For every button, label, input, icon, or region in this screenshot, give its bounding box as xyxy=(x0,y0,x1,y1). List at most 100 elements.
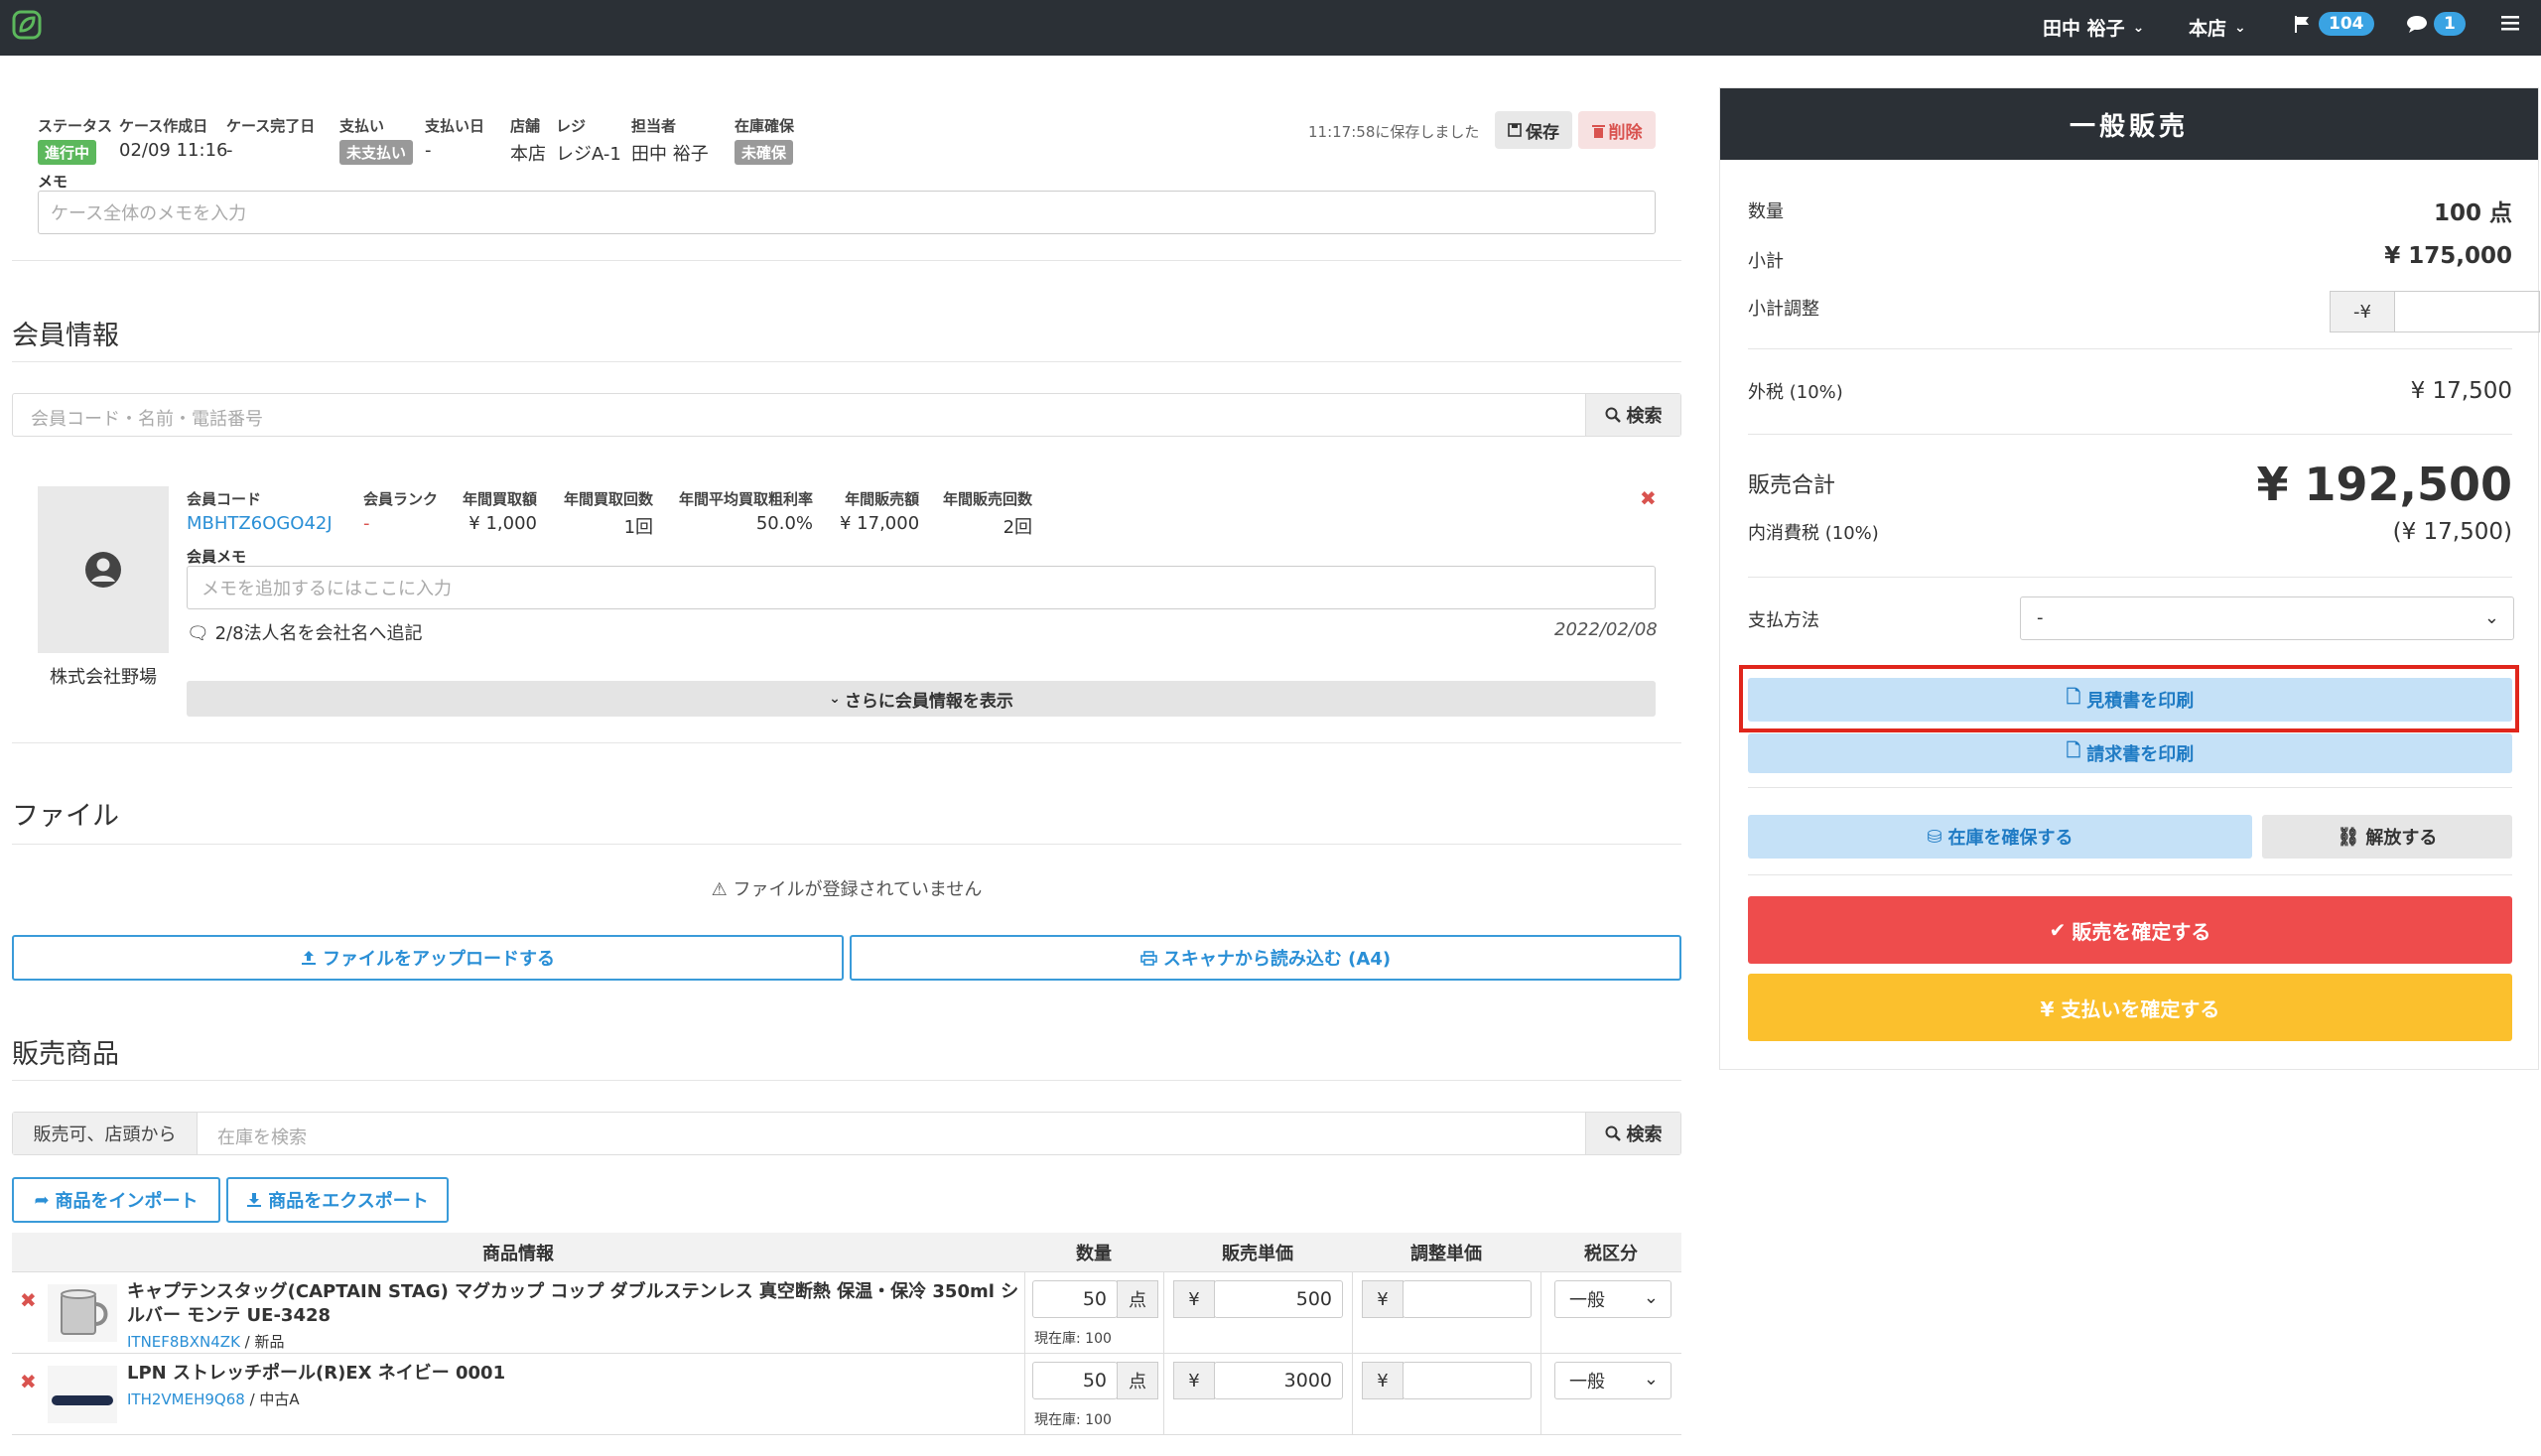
chat-count-badge: 1 xyxy=(2434,12,2466,36)
yen-addon: ¥ xyxy=(1362,1280,1404,1318)
flag-count-badge: 104 xyxy=(2319,12,2374,36)
sale-price-input[interactable]: 500 xyxy=(1214,1280,1343,1318)
member-search-input[interactable]: 会員コード・名前・電話番号 xyxy=(31,405,263,431)
release-stock-button[interactable]: ⛓ 解放する xyxy=(2262,815,2512,859)
product-thumbnail xyxy=(48,1284,117,1342)
yen-addon: ¥ xyxy=(1362,1362,1404,1399)
save-button[interactable]: 保存 xyxy=(1495,111,1572,149)
user-menu[interactable]: 田中 裕子 ⌄ xyxy=(2043,14,2144,41)
product-info: キャプテンスタッグ(CAPTAIN STAG) マグカップ コップ ダブルステン… xyxy=(127,1280,1032,1354)
export-products-button[interactable]: 商品をエクスポート xyxy=(226,1177,449,1223)
quantity-input[interactable]: 50 xyxy=(1032,1280,1118,1318)
user-name: 田中 裕子 xyxy=(2043,18,2125,40)
divider xyxy=(12,361,1681,362)
case-created-date: ケース作成日 02/09 11:16 xyxy=(119,117,228,161)
subtotal-adjust-input[interactable] xyxy=(2395,291,2540,332)
upload-file-button[interactable]: ファイルをアップロードする xyxy=(12,935,844,981)
divider xyxy=(1163,1354,1164,1435)
sale-price-input[interactable]: 3000 xyxy=(1214,1362,1343,1399)
divider xyxy=(1748,348,2512,349)
member-code-link[interactable]: MBHTZ6OGO42J xyxy=(187,513,333,534)
delete-button[interactable]: 削除 xyxy=(1578,111,1656,149)
upload-icon xyxy=(302,951,316,965)
minus-yen-addon: -¥ xyxy=(2330,291,2395,332)
unlink-icon: ⛓ xyxy=(2337,826,2360,848)
remove-member-icon[interactable]: ✖ xyxy=(1640,486,1657,510)
import-products-button[interactable]: ➦ 商品をインポート xyxy=(12,1177,220,1223)
table-row: ✖ キャプテンスタッグ(CAPTAIN STAG) マグカップ コップ ダブルス… xyxy=(12,1272,1681,1354)
avatar xyxy=(38,486,169,653)
column-header: 調整単価 xyxy=(1352,1233,1540,1272)
confirm-sale-button[interactable]: ✔ 販売を確定する xyxy=(1748,896,2512,964)
product-code-link[interactable]: ITH2VMEH9Q68 xyxy=(127,1390,245,1408)
product-search-bar: 販売可、店頭から 在庫を検索 検索 xyxy=(12,1112,1681,1155)
store-name: 本店 xyxy=(2189,18,2227,40)
case-memo-input[interactable]: ケース全体のメモを入力 xyxy=(38,191,1656,234)
total-amount: ¥ 192,500 xyxy=(2256,458,2512,511)
divider xyxy=(1748,434,2512,435)
case-completed-date: ケース完了日 - xyxy=(226,117,316,161)
share-arrow-icon: ➦ xyxy=(34,1189,50,1211)
product-search-input[interactable]: 在庫を検索 xyxy=(217,1124,307,1149)
member-memo-input[interactable]: メモを追加するにはここに入力 xyxy=(187,566,1656,609)
chevron-down-icon: ⌄ xyxy=(1643,1369,1659,1390)
chevron-down-icon: ⌄ xyxy=(829,691,841,707)
divider xyxy=(1748,787,2512,788)
product-name: LPN ストレッチポール(R)EX ネイビー 0001 xyxy=(127,1363,506,1384)
search-icon xyxy=(1605,1125,1621,1141)
flag-icon xyxy=(2295,16,2309,33)
hamburger-menu-icon[interactable] xyxy=(2499,12,2521,34)
product-code-link[interactable]: ITNEF8BXN4ZK xyxy=(127,1333,240,1351)
divider xyxy=(1748,577,2512,578)
trash-icon xyxy=(1591,124,1605,138)
sales-summary-panel: 一般販売 数量 100 点 小計 ¥ 175,000 小計調整 -¥ 外税 (1… xyxy=(1719,87,2540,1070)
status-badge: 進行中 xyxy=(38,140,97,165)
flag-notifications[interactable]: 104 xyxy=(2293,12,2374,36)
quantity-input[interactable]: 50 xyxy=(1032,1362,1118,1399)
member-annual-sales-count: 年間販売回数 2回 xyxy=(943,490,1033,538)
case-payment-status: 支払い 未支払い xyxy=(339,115,414,165)
member-name: 株式会社野場 xyxy=(50,667,157,688)
check-icon: ✔ xyxy=(2049,918,2067,942)
search-icon xyxy=(1605,407,1621,423)
top-navbar: 田中 裕子 ⌄ 本店 ⌄ 104 1 xyxy=(0,0,2541,56)
payment-badge: 未支払い xyxy=(339,140,414,165)
yen-addon: ¥ xyxy=(1173,1362,1215,1399)
member-annual-buy-amount: 年間買取額 ¥ 1,000 xyxy=(463,490,538,534)
reserve-stock-button[interactable]: ⛁ 在庫を確保する xyxy=(1748,815,2252,859)
chat-notifications[interactable]: 1 xyxy=(2406,12,2466,36)
member-memo-note: 🗨 2/8法人名を会社名へ追記 xyxy=(187,623,423,644)
current-stock: 現在庫: 100 xyxy=(1034,1412,1112,1428)
summary-title: 一般販売 xyxy=(1720,88,2538,160)
case-status: ステータス 進行中 xyxy=(38,115,112,165)
confirm-payment-button[interactable]: ¥ 支払いを確定する xyxy=(1748,974,2512,1041)
divider xyxy=(1024,1272,1025,1354)
adjusted-price-input[interactable] xyxy=(1403,1362,1532,1399)
tax-category-select[interactable]: 一般 ⌄ xyxy=(1554,1362,1672,1399)
payment-method-select[interactable]: - ⌄ xyxy=(2020,596,2514,640)
remove-item-icon[interactable]: ✖ xyxy=(20,1288,37,1312)
member-search-button[interactable]: 検索 xyxy=(1585,394,1680,436)
tax-category-select[interactable]: 一般 ⌄ xyxy=(1554,1280,1672,1318)
product-search-button[interactable]: 検索 xyxy=(1585,1113,1680,1154)
download-icon xyxy=(247,1193,262,1207)
yen-addon: ¥ xyxy=(1173,1280,1215,1318)
chevron-down-icon: ⌄ xyxy=(2132,19,2145,36)
app-logo-icon[interactable] xyxy=(12,10,42,40)
divider xyxy=(12,260,1681,261)
file-icon: 🗋 xyxy=(2066,740,2081,761)
show-more-member-button[interactable]: ⌄ さらに会員情報を表示 xyxy=(187,681,1656,717)
column-header: 販売単価 xyxy=(1163,1233,1352,1272)
unit-addon: 点 xyxy=(1117,1280,1158,1318)
stock-badge: 未確保 xyxy=(735,140,794,165)
store-menu[interactable]: 本店 ⌄ xyxy=(2189,14,2246,41)
scan-file-button[interactable]: スキャナから読み込む (A4) xyxy=(850,935,1681,981)
stock-filter-label[interactable]: 販売可、店頭から xyxy=(13,1113,198,1154)
adjusted-price-input[interactable] xyxy=(1403,1280,1532,1318)
remove-item-icon[interactable]: ✖ xyxy=(20,1370,37,1393)
current-stock: 現在庫: 100 xyxy=(1034,1331,1112,1347)
print-invoice-button[interactable]: 🗋 請求書を印刷 xyxy=(1748,733,2512,773)
cubes-icon: ⛁ xyxy=(1927,826,1942,848)
divider xyxy=(1352,1354,1353,1435)
member-code: 会員コード MBHTZ6OGO42J xyxy=(187,490,333,534)
